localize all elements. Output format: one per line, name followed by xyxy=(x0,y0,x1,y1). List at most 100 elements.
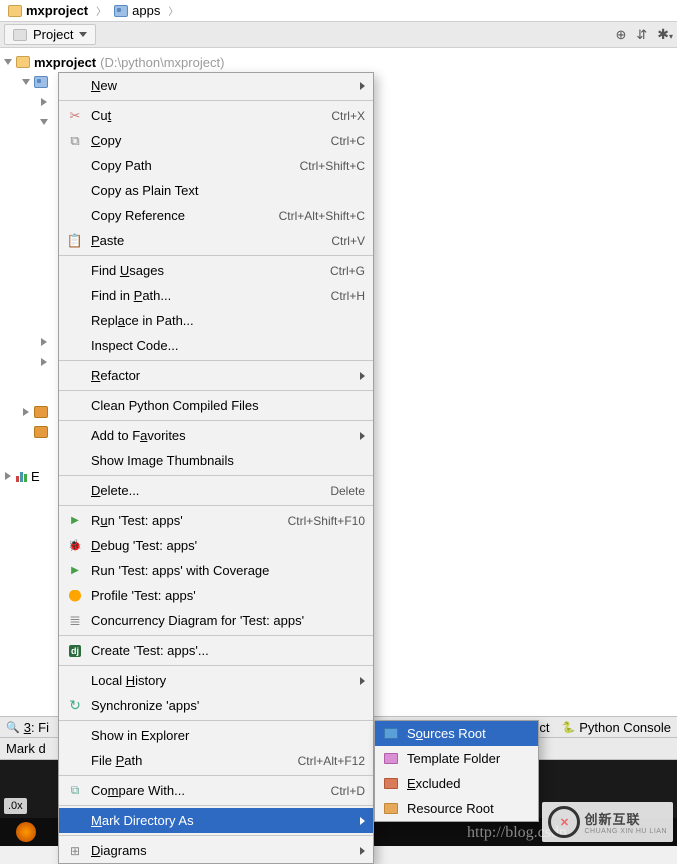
run-icon: ▶ xyxy=(67,515,83,526)
submenu-resource-root[interactable]: Resource Root xyxy=(375,796,538,821)
ctx-cut[interactable]: ✂CutCtrl+X xyxy=(59,103,373,128)
profile-icon xyxy=(67,590,83,602)
ctx-sync[interactable]: ↻Synchronize 'apps' xyxy=(59,693,373,718)
sync-icon: ↻ xyxy=(67,697,83,714)
breadcrumb-root-label: mxproject xyxy=(26,3,88,18)
separator xyxy=(59,835,373,836)
submenu-arrow-icon xyxy=(360,82,365,90)
breadcrumb-apps[interactable]: apps xyxy=(110,3,164,18)
ctx-show-thumbs[interactable]: Show Image Thumbnails xyxy=(59,448,373,473)
find-tool-tab[interactable]: 🔍3: Fi xyxy=(6,720,49,735)
ctx-refactor[interactable]: Refactor xyxy=(59,363,373,388)
folder-icon xyxy=(34,426,48,438)
copy-icon: ⧉ xyxy=(67,133,83,149)
ctx-coverage[interactable]: ▶Run 'Test: apps' with Coverage xyxy=(59,558,373,583)
submenu-template-folder[interactable]: Template Folder xyxy=(375,746,538,771)
ctx-show-explorer[interactable]: Show in Explorer xyxy=(59,723,373,748)
context-menu: New ✂CutCtrl+X ⧉CopyCtrl+C Copy PathCtrl… xyxy=(58,72,374,864)
watermark-text: 创新互联 xyxy=(584,809,667,828)
expand-arrow-icon[interactable] xyxy=(41,358,47,366)
submenu-sources-root[interactable]: Sources Root xyxy=(375,721,538,746)
ctx-delete[interactable]: Delete...Delete xyxy=(59,478,373,503)
ctx-find-in-path[interactable]: Find in Path...Ctrl+H xyxy=(59,283,373,308)
excluded-icon xyxy=(383,778,399,789)
submenu-excluded[interactable]: Excluded xyxy=(375,771,538,796)
sources-root-icon xyxy=(383,728,399,739)
separator xyxy=(59,255,373,256)
ctx-replace-in-path[interactable]: Replace in Path... xyxy=(59,308,373,333)
ctx-local-history[interactable]: Local History xyxy=(59,668,373,693)
watermark-subtext: CHUANG XIN HU LIAN xyxy=(584,828,667,835)
ctx-find-usages[interactable]: Find UsagesCtrl+G xyxy=(59,258,373,283)
submenu-arrow-icon xyxy=(360,677,365,685)
ctx-debug[interactable]: 🐞Debug 'Test: apps' xyxy=(59,533,373,558)
ctx-copy-plain[interactable]: Copy as Plain Text xyxy=(59,178,373,203)
expand-arrow-icon[interactable] xyxy=(23,408,29,416)
chevron-right-icon: 〉 xyxy=(168,3,178,18)
resource-root-icon xyxy=(383,803,399,814)
tree-row-root[interactable]: mxproject (D:\python\mxproject) xyxy=(0,52,677,72)
mark-directory-submenu: Sources Root Template Folder Excluded Re… xyxy=(374,720,539,822)
separator xyxy=(59,665,373,666)
folder-icon xyxy=(16,56,30,68)
ctx-copy[interactable]: ⧉CopyCtrl+C xyxy=(59,128,373,153)
ctx-copy-path[interactable]: Copy PathCtrl+Shift+C xyxy=(59,153,373,178)
chevron-right-icon: 〉 xyxy=(96,3,106,18)
separator xyxy=(59,775,373,776)
folder-icon xyxy=(34,406,48,418)
ctx-mark-directory-as[interactable]: Mark Directory As xyxy=(59,808,373,833)
expand-arrow-icon[interactable] xyxy=(22,79,30,85)
expand-arrow-icon[interactable] xyxy=(4,59,12,65)
zoom-label: .0x xyxy=(4,798,27,814)
ctx-profile[interactable]: Profile 'Test: apps' xyxy=(59,583,373,608)
django-icon: dj xyxy=(67,645,83,657)
paste-icon: 📋 xyxy=(67,233,83,249)
status-text: Mark d xyxy=(6,741,46,756)
collapse-icon[interactable]: ⇵ xyxy=(636,27,647,43)
ctx-file-path[interactable]: File PathCtrl+Alt+F12 xyxy=(59,748,373,773)
ext-libs-icon xyxy=(16,470,27,482)
coverage-icon: ▶ xyxy=(67,565,83,576)
project-toolbar: Project ⊕ ⇵ ✱▾ xyxy=(0,22,677,48)
ctx-compare[interactable]: ⧉Compare With...Ctrl+D xyxy=(59,778,373,803)
separator xyxy=(59,720,373,721)
separator xyxy=(59,635,373,636)
breadcrumb-root[interactable]: mxproject xyxy=(4,3,92,18)
separator xyxy=(59,505,373,506)
concurrency-icon: ≣ xyxy=(67,612,83,629)
expand-arrow-icon[interactable] xyxy=(40,119,48,125)
firefox-icon[interactable] xyxy=(16,822,36,842)
ext-libs-label: E xyxy=(31,469,40,484)
ctx-concurrency[interactable]: ≣Concurrency Diagram for 'Test: apps' xyxy=(59,608,373,633)
ctx-inspect-code[interactable]: Inspect Code... xyxy=(59,333,373,358)
submenu-arrow-icon xyxy=(360,432,365,440)
ctx-clean-pyc[interactable]: Clean Python Compiled Files xyxy=(59,393,373,418)
submenu-arrow-icon xyxy=(360,847,365,855)
submenu-arrow-icon xyxy=(360,817,365,825)
chevron-down-icon xyxy=(79,32,87,37)
ctx-copy-ref[interactable]: Copy ReferenceCtrl+Alt+Shift+C xyxy=(59,203,373,228)
breadcrumb-apps-label: apps xyxy=(132,3,160,18)
ctx-diagrams[interactable]: ⊞Diagrams xyxy=(59,838,373,863)
gear-icon[interactable]: ✱▾ xyxy=(657,26,673,43)
expand-arrow-icon[interactable] xyxy=(41,98,47,106)
ctx-paste[interactable]: 📋PasteCtrl+V xyxy=(59,228,373,253)
target-icon[interactable]: ⊕ xyxy=(615,27,626,43)
bug-icon: 🐞 xyxy=(67,539,83,552)
project-view-dropdown[interactable]: Project xyxy=(4,24,96,45)
ctx-add-fav[interactable]: Add to Favorites xyxy=(59,423,373,448)
separator xyxy=(59,390,373,391)
folder-icon xyxy=(34,76,48,88)
ctx-new[interactable]: New xyxy=(59,73,373,98)
ctx-create-test[interactable]: djCreate 'Test: apps'... xyxy=(59,638,373,663)
separator xyxy=(59,475,373,476)
project-icon xyxy=(13,29,27,41)
scissors-icon: ✂ xyxy=(67,108,83,124)
expand-arrow-icon[interactable] xyxy=(5,472,11,480)
project-view-label: Project xyxy=(33,27,73,42)
ctx-run[interactable]: ▶Run 'Test: apps'Ctrl+Shift+F10 xyxy=(59,508,373,533)
expand-arrow-icon[interactable] xyxy=(41,338,47,346)
python-console-tab[interactable]: 🐍Python Console xyxy=(562,720,671,735)
root-name: mxproject xyxy=(34,55,96,70)
site-watermark: ✕ 创新互联 CHUANG XIN HU LIAN xyxy=(542,802,673,842)
